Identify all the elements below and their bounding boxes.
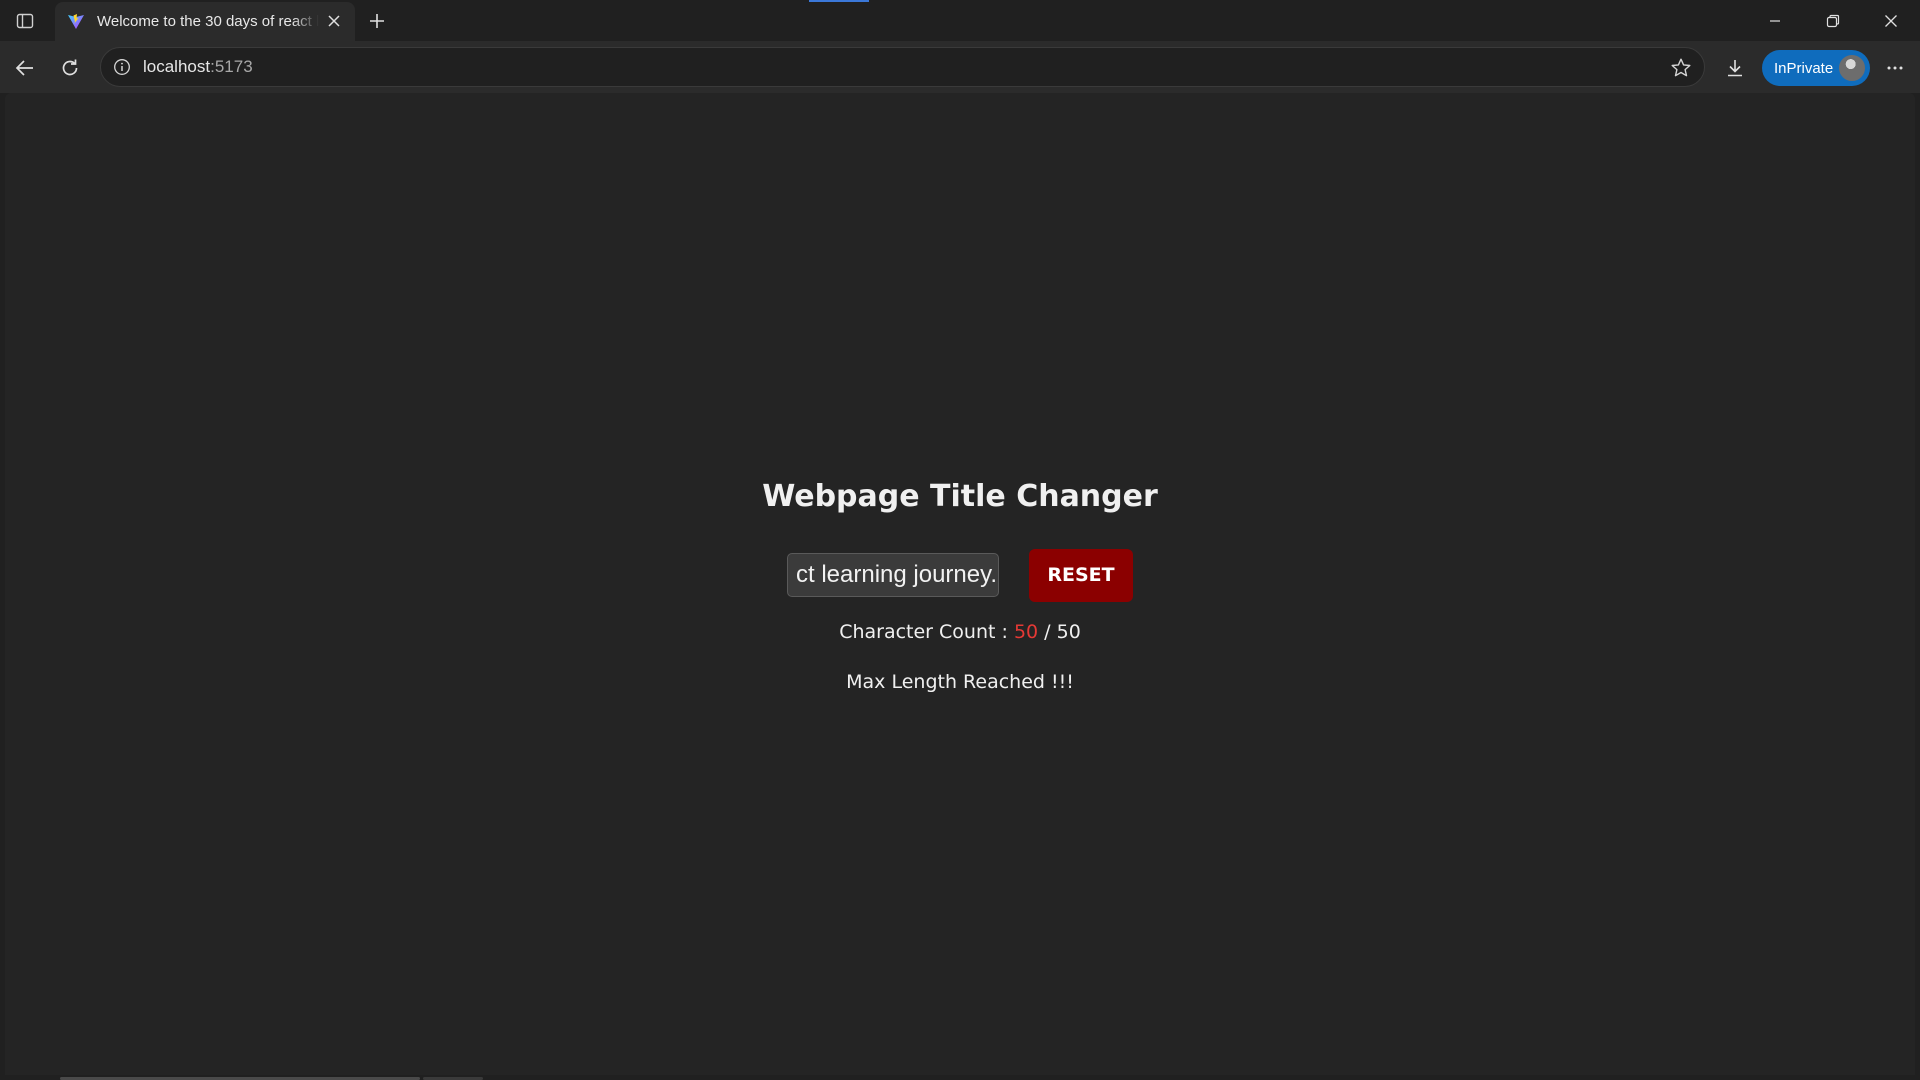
title-controls: ct learning journey. RESET [787, 546, 1133, 604]
info-icon[interactable] [112, 57, 132, 77]
minimize-icon[interactable] [1752, 6, 1798, 36]
title-input-value: ct learning journey. [796, 561, 997, 588]
activity-indicator [809, 0, 869, 2]
address-url[interactable]: localhost:5173 [143, 57, 253, 77]
plus-icon[interactable] [364, 8, 390, 34]
character-count-label: Character Count : [839, 621, 1014, 643]
title-input[interactable]: ct learning journey. [787, 553, 999, 597]
browser-window: Welcome to the 30 days of react learning… [0, 0, 1920, 1080]
character-count-current: 50 [1013, 621, 1039, 643]
close-icon[interactable] [1868, 6, 1914, 36]
character-count-max: 50 [1056, 621, 1081, 643]
page-viewport: Webpage Title Changer ct learning journe… [5, 93, 1915, 1075]
reset-button[interactable]: RESET [1029, 548, 1133, 602]
inprivate-profile-button[interactable]: InPrivate [1762, 50, 1870, 86]
restore-icon[interactable] [1810, 6, 1856, 36]
app-root: Webpage Title Changer ct learning journe… [5, 93, 1915, 1075]
close-tab-icon[interactable] [325, 12, 343, 30]
page-title: Webpage Title Changer [762, 479, 1158, 514]
url-host: localhost [143, 57, 211, 76]
vite-icon [67, 13, 85, 31]
sidebar-icon[interactable] [12, 8, 38, 34]
address-bar[interactable]: localhost:5173 [100, 47, 1705, 87]
more-icon[interactable] [1880, 53, 1910, 83]
tab-strip: Welcome to the 30 days of react learning… [0, 0, 1920, 41]
avatar [1837, 53, 1867, 83]
character-count: Character Count : 50 / 50 [5, 621, 1915, 643]
tab-title: Welcome to the 30 days of react learning… [97, 13, 319, 30]
character-count-separator: / [1038, 621, 1057, 643]
active-tab[interactable]: Welcome to the 30 days of react learning… [55, 2, 355, 41]
max-length-message: Max Length Reached !!! [846, 671, 1074, 693]
download-icon[interactable] [1720, 53, 1750, 83]
back-arrow-icon[interactable] [10, 53, 40, 83]
inprivate-label: InPrivate [1774, 59, 1834, 77]
browser-toolbar: localhost:5173 InPrivate [0, 41, 1920, 93]
star-icon[interactable] [1670, 57, 1692, 79]
url-port: :5173 [210, 57, 253, 76]
refresh-icon[interactable] [55, 53, 85, 83]
